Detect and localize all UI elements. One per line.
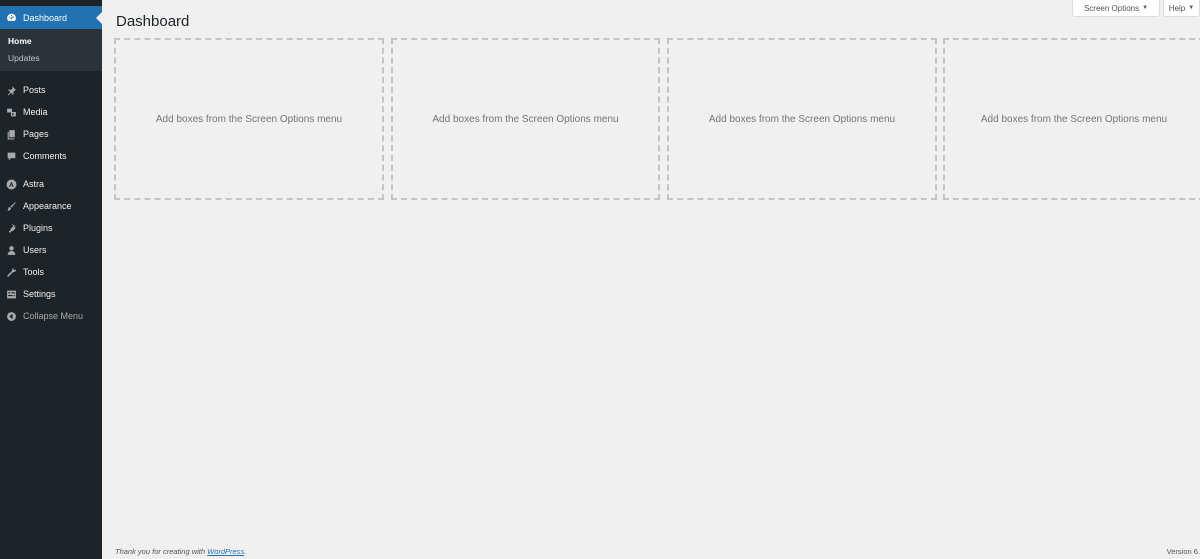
menu-settings[interactable]: Settings	[0, 283, 102, 305]
dashboard-submenu: Home Updates	[0, 29, 102, 71]
footer-version: Version 6.	[1166, 547, 1200, 556]
submenu-item-updates[interactable]: Updates	[0, 50, 102, 67]
footer-thanks-text: Thank you for creating with	[115, 547, 206, 556]
comment-icon	[6, 151, 17, 162]
main-content: Dashboard Screen Options ▼ Help ▼ Add bo…	[102, 0, 1200, 559]
menu-users[interactable]: Users	[0, 239, 102, 261]
empty-box-text: Add boxes from the Screen Options menu	[980, 113, 1168, 125]
empty-box-text: Add boxes from the Screen Options menu	[432, 113, 619, 125]
menu-dashboard-label: Dashboard	[23, 12, 68, 23]
dashboard-empty-box: Add boxes from the Screen Options menu	[391, 38, 660, 200]
user-icon	[6, 245, 17, 256]
menu-astra[interactable]: Astra	[0, 173, 102, 195]
empty-box-text: Add boxes from the Screen Options menu	[155, 113, 343, 125]
footer-period: .	[244, 547, 247, 556]
menu-posts-label: Posts	[23, 85, 46, 95]
footer-thanks: Thank you for creating with WordPress.	[115, 547, 246, 556]
menu-posts[interactable]: Posts	[0, 79, 102, 101]
menu-media-label: Media	[23, 107, 48, 117]
dashboard-empty-box: Add boxes from the Screen Options menu	[943, 38, 1200, 200]
menu-appearance[interactable]: Appearance	[0, 195, 102, 217]
submenu-item-home[interactable]: Home	[0, 33, 102, 50]
menu-plugins-label: Plugins	[23, 223, 53, 233]
chevron-down-icon: ▼	[1142, 5, 1149, 11]
page-title: Dashboard	[116, 13, 190, 30]
menu-tools[interactable]: Tools	[0, 261, 102, 283]
brush-icon	[6, 201, 17, 212]
settings-icon	[6, 289, 17, 300]
wordpress-link[interactable]: WordPress	[207, 547, 244, 556]
screen-options-label: Screen Options	[1083, 3, 1140, 13]
collapse-icon	[6, 311, 17, 322]
wrench-icon	[6, 267, 17, 278]
screen-options-button[interactable]: Screen Options ▼	[1072, 0, 1160, 17]
menu-dashboard[interactable]: Dashboard	[0, 6, 102, 29]
menu-settings-label: Settings	[23, 289, 56, 299]
collapse-menu-button[interactable]: Collapse Menu	[0, 305, 102, 327]
dashboard-icon	[6, 12, 17, 23]
help-label: Help	[1168, 3, 1186, 13]
help-button[interactable]: Help ▼	[1163, 0, 1200, 17]
menu-comments-label: Comments	[23, 151, 67, 161]
empty-box-text: Add boxes from the Screen Options menu	[708, 113, 896, 125]
menu-comments[interactable]: Comments	[0, 145, 102, 167]
menu-astra-label: Astra	[23, 179, 45, 189]
media-icon	[6, 107, 17, 118]
menu-plugins[interactable]: Plugins	[0, 217, 102, 239]
menu-pages[interactable]: Pages	[0, 123, 102, 145]
menu-tools-label: Tools	[23, 267, 45, 277]
menu-pages-label: Pages	[23, 129, 49, 139]
menu-appearance-label: Appearance	[23, 201, 72, 211]
chevron-down-icon: ▼	[1188, 5, 1195, 11]
plug-icon	[6, 223, 17, 234]
astra-icon	[6, 179, 17, 190]
pin-icon	[6, 85, 17, 96]
pages-icon	[6, 129, 17, 140]
dashboard-empty-box: Add boxes from the Screen Options menu	[667, 38, 937, 200]
menu-users-label: Users	[23, 245, 47, 255]
dashboard-empty-box: Add boxes from the Screen Options menu	[114, 38, 384, 200]
menu-media[interactable]: Media	[0, 101, 102, 123]
collapse-menu-label: Collapse Menu	[23, 311, 84, 321]
admin-sidebar: Dashboard Home Updates Posts Media Pages…	[0, 6, 102, 559]
